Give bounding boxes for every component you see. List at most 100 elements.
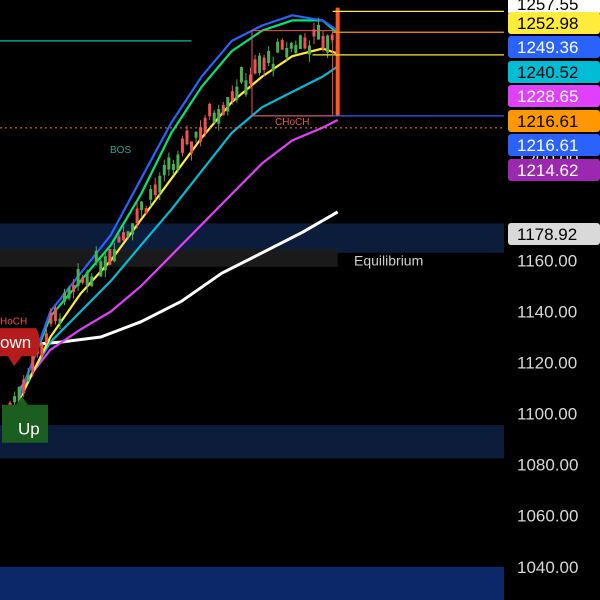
candle-body <box>135 208 139 224</box>
candle <box>307 40 311 62</box>
candle-body <box>208 103 212 117</box>
price-tag-label: 1257.55 <box>517 0 578 14</box>
candle-body <box>217 109 221 124</box>
candle-body <box>26 375 30 382</box>
candle-body <box>22 379 26 394</box>
price-tag-label: 1240.52 <box>517 63 578 82</box>
price-tags: 1257.551252.98 1249.36 1240.52 1228.65 1216.… <box>508 0 600 245</box>
candle-body <box>63 292 67 302</box>
candle <box>271 56 275 77</box>
candle-body <box>121 232 125 241</box>
candle <box>303 32 307 50</box>
bos-label: BOS <box>110 145 131 156</box>
candle-body <box>294 44 298 54</box>
candle-body <box>199 127 203 142</box>
price-tag-label: 1252.98 <box>517 14 578 33</box>
candle <box>58 313 62 330</box>
candle <box>190 141 194 161</box>
candle-body <box>44 333 48 343</box>
candle-body <box>194 132 198 138</box>
price-tag-8: 1178.92 <box>508 223 600 245</box>
candle-body <box>117 236 121 243</box>
candle-body <box>303 37 307 49</box>
candle <box>144 205 148 215</box>
price-axis[interactable]: 1200.001160.001140.001120.001100.001080.… <box>517 149 578 600</box>
candle-body <box>190 141 194 154</box>
candle <box>321 31 325 52</box>
axis-tick-6: 1060.00 <box>517 507 578 526</box>
candle-body <box>317 24 321 40</box>
candle-body <box>53 307 57 322</box>
axis-tick-5: 1080.00 <box>517 456 578 475</box>
candle <box>262 54 266 77</box>
candle-body <box>108 248 112 265</box>
candle-body <box>185 130 189 145</box>
price-tag-label: 1214.62 <box>517 161 578 180</box>
candle-body <box>72 285 76 292</box>
candle-body <box>271 63 275 71</box>
candle <box>194 130 198 143</box>
candle-body <box>230 91 234 101</box>
ma-line-3 <box>19 47 339 399</box>
axis-tick-4: 1100.00 <box>517 405 577 424</box>
candle-body <box>76 268 80 286</box>
candle-body <box>321 35 325 49</box>
candle-body <box>244 80 248 95</box>
level-lines <box>0 10 504 129</box>
candle-body <box>289 42 293 49</box>
candle-body <box>49 312 53 324</box>
candle-body <box>326 35 330 53</box>
candle <box>226 96 230 116</box>
price-tag-1: 1252.98 <box>508 12 600 34</box>
up-signal-label: Up <box>18 420 40 439</box>
last-candle <box>335 7 340 116</box>
candle <box>217 104 221 131</box>
candle <box>180 135 184 157</box>
price-tag-2: 1249.36 <box>508 36 600 58</box>
candle <box>253 54 257 75</box>
candle <box>90 273 94 287</box>
choch-top-label: CHoCH <box>275 117 309 128</box>
candle-body <box>140 201 144 211</box>
candle-body <box>226 97 230 112</box>
candle <box>330 33 334 43</box>
down-signal-label: own <box>0 333 31 352</box>
equilibrium-label: Equilibrium <box>354 252 423 268</box>
candle <box>221 101 225 116</box>
zone-3 <box>0 566 504 600</box>
candle <box>239 66 243 85</box>
candle-body <box>221 104 225 116</box>
candle <box>312 22 316 45</box>
price-chart[interactable]: Equilibrium BOS CHoCH HoCH own Up 1200.0… <box>0 0 600 600</box>
candle <box>258 52 262 76</box>
axis-tick-3: 1120.00 <box>517 354 577 373</box>
candle <box>13 391 17 406</box>
candle-body <box>13 396 17 403</box>
candle-body <box>81 277 85 283</box>
candle <box>212 110 216 124</box>
candle <box>140 200 144 217</box>
candle <box>67 285 71 301</box>
candle <box>280 38 284 50</box>
zone-2 <box>0 425 504 459</box>
candle-body <box>112 249 116 262</box>
candle-body <box>103 256 107 271</box>
axis-tick-2: 1140.00 <box>517 302 577 321</box>
candle-body <box>212 112 216 123</box>
candle-body <box>90 276 94 287</box>
price-tag-6: 1216.61 <box>508 134 600 156</box>
candle-body <box>153 184 157 195</box>
candle-body <box>330 34 334 40</box>
price-tag-5: 1216.61 <box>508 110 600 132</box>
candle <box>99 259 103 277</box>
candle-body <box>144 208 148 215</box>
candle-body <box>131 223 135 235</box>
candle <box>235 79 239 103</box>
candle-body <box>58 318 62 325</box>
candle-body <box>276 41 280 53</box>
choch-left-label: HoCH <box>0 316 27 327</box>
candles-layer <box>8 7 340 419</box>
candle <box>298 34 302 49</box>
candle-body <box>258 55 262 73</box>
axis-tick-1: 1160.00 <box>517 251 577 270</box>
